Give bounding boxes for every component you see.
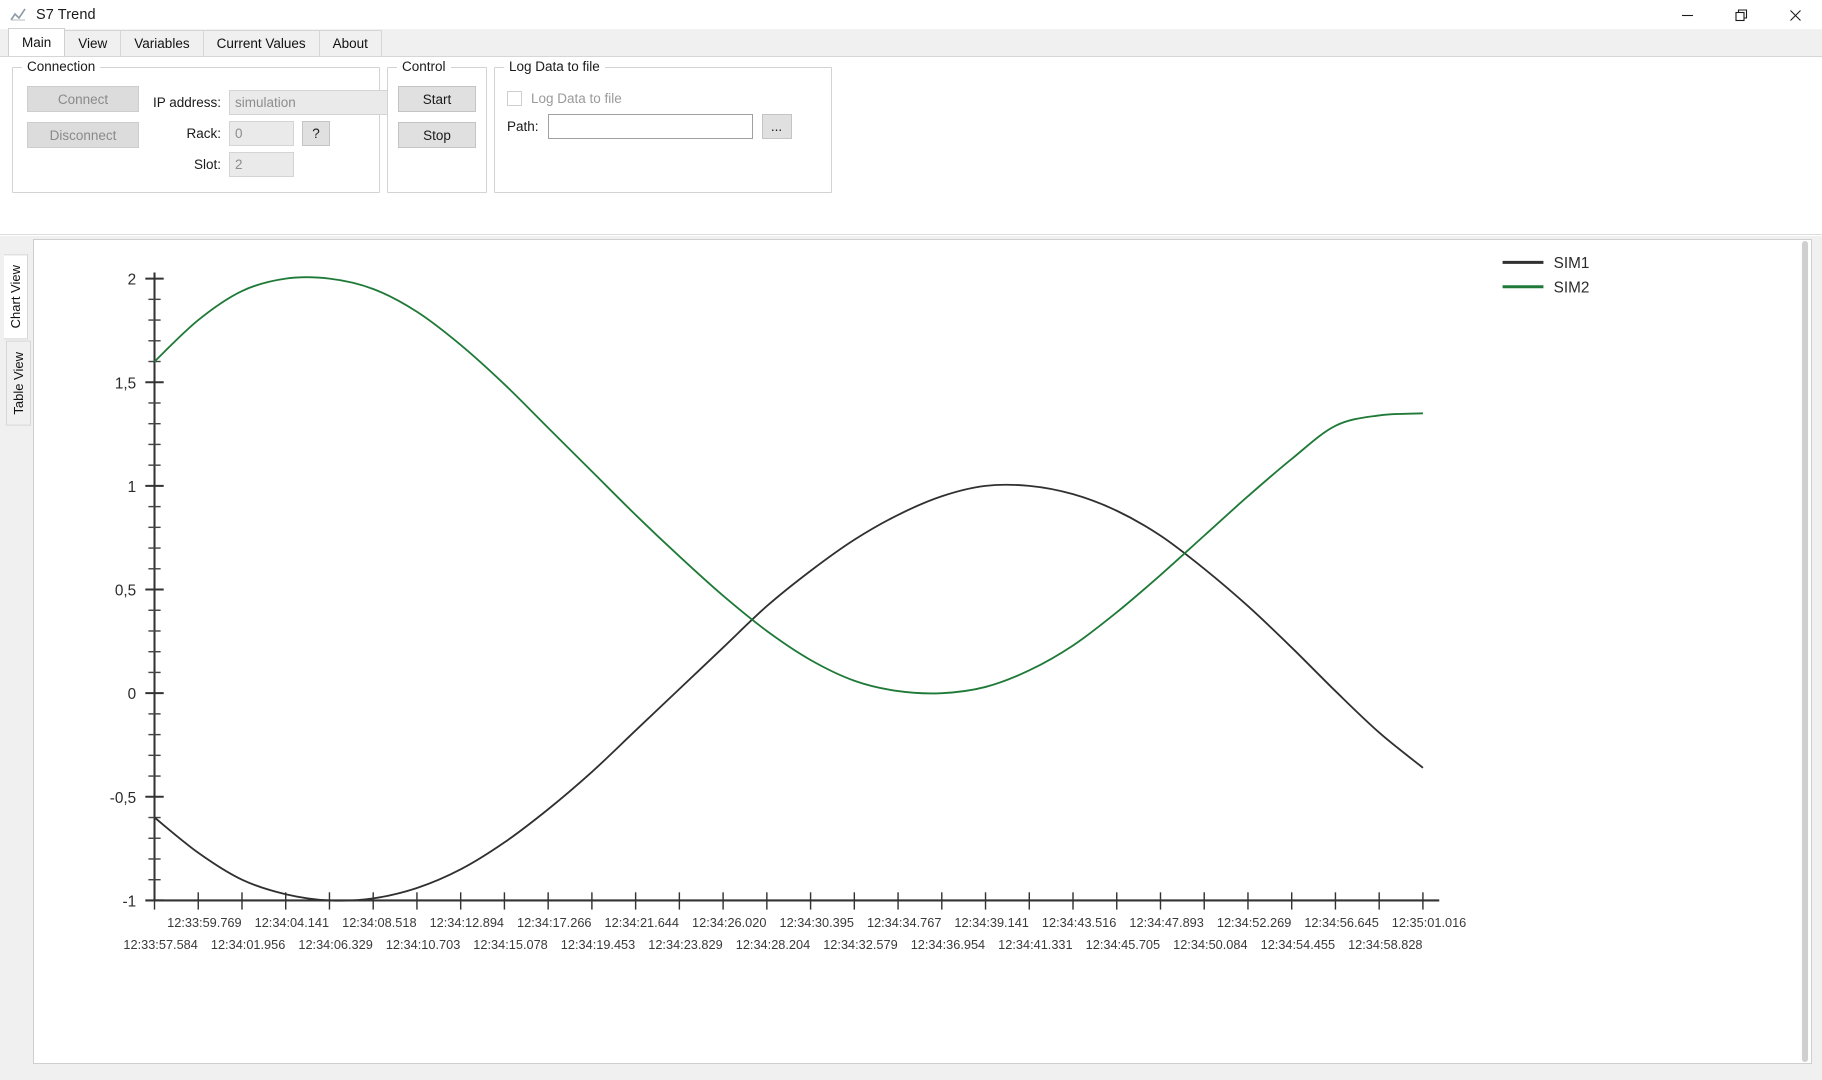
chart-scrollbar-thumb[interactable] (1802, 241, 1808, 1062)
svg-text:12:34:52.269: 12:34:52.269 (1217, 915, 1291, 930)
control-group-title: Control (397, 59, 451, 74)
slot-input[interactable]: 2 (229, 152, 294, 177)
connection-fields: IP address: simulation Rack: 0 ? Slot: 2 (143, 90, 395, 183)
rack-input[interactable]: 0 (229, 121, 294, 146)
svg-text:1,5: 1,5 (115, 375, 136, 392)
svg-text:12:34:41.331: 12:34:41.331 (998, 937, 1072, 952)
svg-text:12:34:23.829: 12:34:23.829 (648, 937, 722, 952)
main-tab-strip: Main View Variables Current Values About (0, 28, 1822, 57)
tab-main[interactable]: Main (8, 28, 66, 56)
svg-text:12:34:01.956: 12:34:01.956 (211, 937, 285, 952)
svg-text:12:34:36.954: 12:34:36.954 (911, 937, 985, 952)
connection-group: Connection Connect Disconnect IP address… (12, 59, 395, 193)
chart-vertical-scrollbar[interactable] (1800, 241, 1810, 1062)
svg-text:12:34:15.078: 12:34:15.078 (473, 937, 547, 952)
svg-text:12:34:04.141: 12:34:04.141 (255, 915, 329, 930)
ip-address-label: IP address: (152, 95, 221, 110)
svg-text:12:33:59.769: 12:33:59.769 (167, 915, 241, 930)
side-tab-strip: Chart View Table View (0, 236, 33, 1080)
svg-text:12:34:21.644: 12:34:21.644 (605, 915, 679, 930)
svg-text:12:34:47.893: 12:34:47.893 (1129, 915, 1203, 930)
sidebar-item-table-view[interactable]: Table View (6, 341, 31, 426)
log-data-checkbox[interactable] (507, 91, 522, 106)
tab-variables[interactable]: Variables (120, 30, 204, 56)
help-button[interactable]: ? (302, 121, 330, 146)
svg-text:12:34:58.828: 12:34:58.828 (1348, 937, 1422, 952)
svg-text:12:33:57.584: 12:33:57.584 (123, 937, 197, 952)
svg-text:12:34:08.518: 12:34:08.518 (342, 915, 416, 930)
main-tab-panel: Connection Connect Disconnect IP address… (0, 57, 1822, 235)
svg-text:12:34:34.767: 12:34:34.767 (867, 915, 941, 930)
tab-about[interactable]: About (318, 30, 382, 56)
svg-text:12:34:06.329: 12:34:06.329 (298, 937, 372, 952)
ip-address-input[interactable]: simulation (229, 90, 395, 115)
control-group: Control Start Stop (387, 59, 487, 193)
stop-button[interactable]: Stop (398, 122, 476, 148)
restore-icon[interactable] (1714, 0, 1768, 30)
svg-text:12:34:43.516: 12:34:43.516 (1042, 915, 1116, 930)
rack-row: Rack: 0 ? (143, 121, 395, 146)
minimize-icon[interactable] (1660, 0, 1714, 30)
svg-text:12:34:26.020: 12:34:26.020 (692, 915, 766, 930)
chart-view-panel: 2 1,5 1 0,5 0 -0,5 -1 12:33:57.584 12:33:59.769 1… (33, 239, 1812, 1064)
path-label: Path: (507, 119, 539, 134)
connect-button[interactable]: Connect (27, 86, 139, 112)
svg-text:12:34:39.141: 12:34:39.141 (954, 915, 1028, 930)
svg-text:2: 2 (128, 272, 137, 289)
path-input[interactable] (547, 114, 753, 139)
browse-button[interactable]: ... (761, 114, 792, 139)
title-bar: S7 Trend (0, 0, 1822, 30)
connection-group-title: Connection (22, 59, 101, 74)
svg-text:12:34:17.266: 12:34:17.266 (517, 915, 591, 930)
svg-text:12:34:12.894: 12:34:12.894 (430, 915, 504, 930)
log-data-group: Log Data to file Log Data to file Path: … (494, 59, 832, 193)
svg-text:12:34:32.579: 12:34:32.579 (823, 937, 897, 952)
svg-text:SIM1: SIM1 (1554, 255, 1590, 272)
sidebar-item-chart-view[interactable]: Chart View (4, 254, 28, 340)
tab-current-values[interactable]: Current Values (202, 30, 320, 56)
log-data-checkbox-row[interactable]: Log Data to file (507, 91, 831, 106)
window-controls (1660, 0, 1822, 30)
start-button[interactable]: Start (398, 86, 476, 112)
svg-text:1: 1 (128, 479, 137, 496)
svg-text:SIM2: SIM2 (1554, 279, 1590, 296)
svg-text:12:34:28.204: 12:34:28.204 (736, 937, 810, 952)
svg-text:0: 0 (128, 686, 137, 703)
disconnect-button[interactable]: Disconnect (27, 122, 139, 148)
svg-text:12:34:50.084: 12:34:50.084 (1173, 937, 1247, 952)
ip-address-row: IP address: simulation (143, 90, 395, 115)
svg-text:12:35:01.016: 12:35:01.016 (1392, 915, 1466, 930)
log-data-checkbox-label: Log Data to file (531, 91, 622, 106)
rack-label: Rack: (186, 126, 221, 141)
trend-chart-icon (8, 5, 28, 25)
tab-view[interactable]: View (64, 30, 122, 56)
trend-chart: 2 1,5 1 0,5 0 -0,5 -1 12:33:57.584 12:33:59.769 1… (110, 255, 1590, 952)
window-title: S7 Trend (36, 6, 96, 23)
svg-text:12:34:10.703: 12:34:10.703 (386, 937, 460, 952)
svg-text:12:34:19.453: 12:34:19.453 (561, 937, 635, 952)
window-bottom-strip (0, 1070, 1822, 1080)
svg-text:12:34:54.455: 12:34:54.455 (1261, 937, 1335, 952)
svg-text:-1: -1 (123, 894, 137, 911)
svg-text:12:34:30.395: 12:34:30.395 (779, 915, 853, 930)
chart-area: Chart View Table View 2 1,5 1 0,5 0 -0,5 -1 12:… (0, 236, 1822, 1080)
slot-row: Slot: 2 (143, 152, 395, 177)
log-data-group-title: Log Data to file (504, 59, 605, 74)
path-row: Path: ... (507, 114, 831, 139)
close-icon[interactable] (1768, 0, 1822, 30)
svg-text:-0,5: -0,5 (110, 790, 136, 807)
svg-text:12:34:56.645: 12:34:56.645 (1304, 915, 1378, 930)
svg-text:12:34:45.705: 12:34:45.705 (1086, 937, 1160, 952)
svg-text:0,5: 0,5 (115, 583, 136, 600)
slot-label: Slot: (193, 157, 221, 172)
